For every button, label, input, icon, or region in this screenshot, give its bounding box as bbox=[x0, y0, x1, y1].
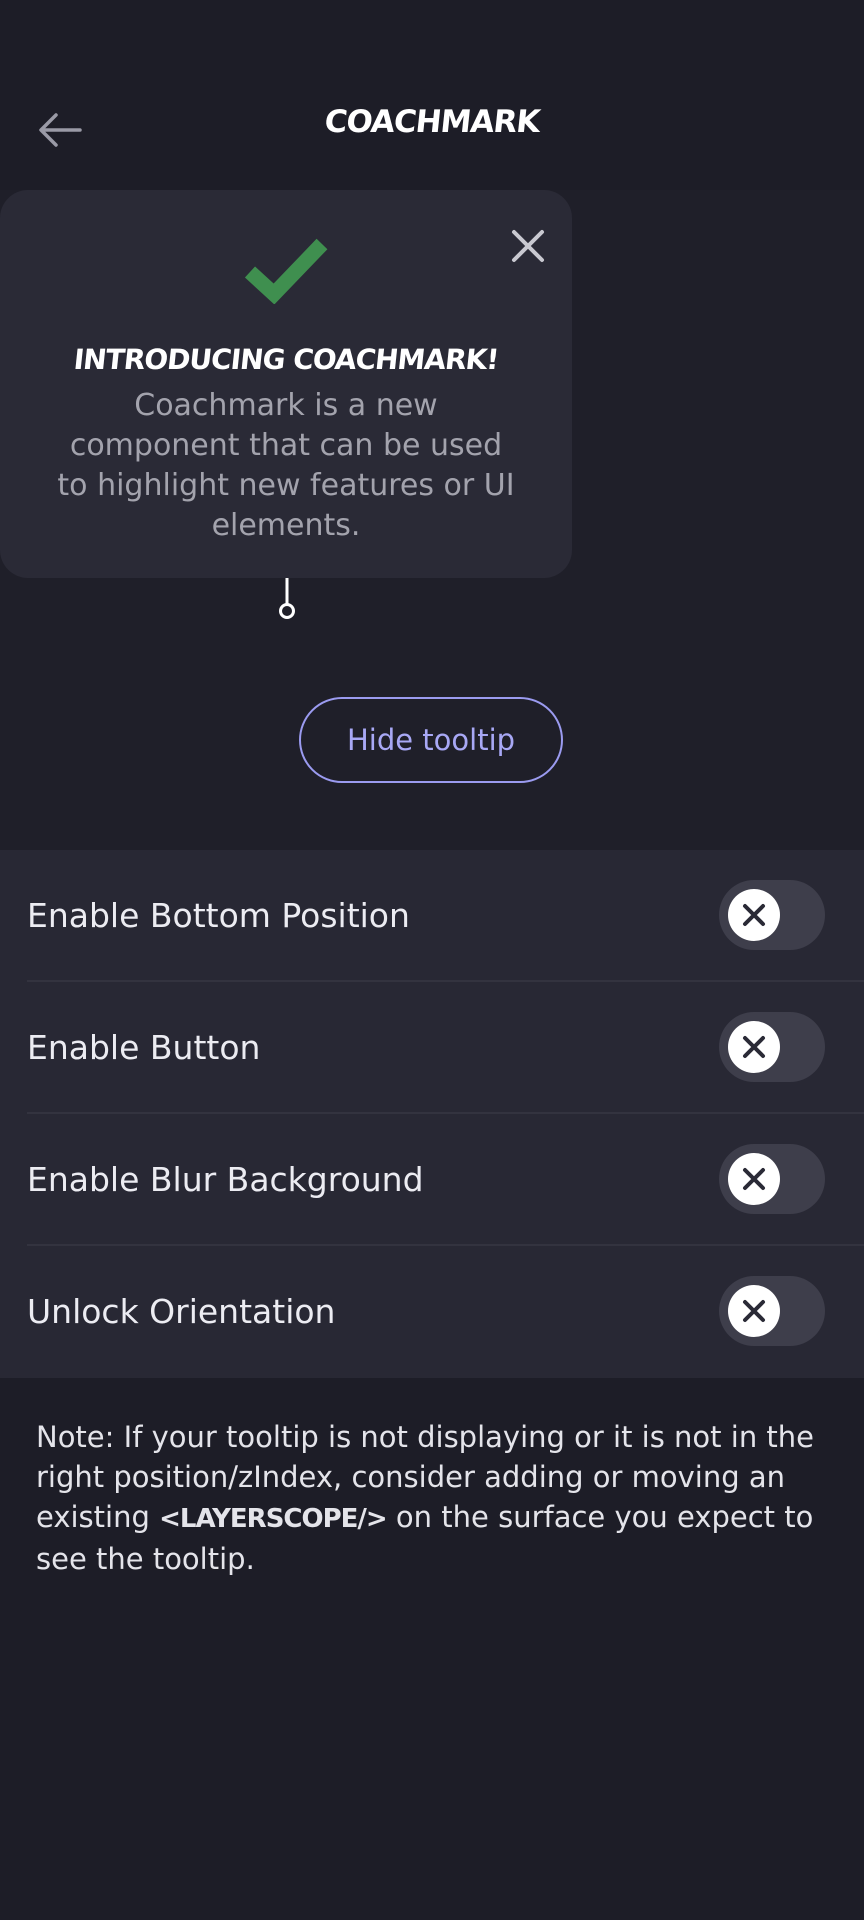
close-icon bbox=[743, 904, 765, 926]
setting-label: Enable Button bbox=[27, 1028, 261, 1067]
setting-label: Unlock Orientation bbox=[27, 1292, 336, 1331]
close-icon bbox=[743, 1300, 765, 1322]
toggle-knob bbox=[728, 1285, 780, 1337]
close-icon bbox=[743, 1168, 765, 1190]
note-code: <LAYERSCOPE/> bbox=[159, 1504, 388, 1534]
toggle-bottom-position[interactable] bbox=[719, 880, 825, 950]
close-icon bbox=[743, 1036, 765, 1058]
tooltip-pointer bbox=[279, 578, 295, 619]
toggle-knob bbox=[728, 1021, 780, 1073]
settings-list: Enable Bottom Position Enable Button Ena… bbox=[0, 850, 864, 1378]
setting-row-unlock-orientation: Unlock Orientation bbox=[0, 1246, 864, 1378]
toggle-blur-background[interactable] bbox=[719, 1144, 825, 1214]
app-bar: COACHMARK bbox=[0, 0, 864, 190]
close-icon[interactable] bbox=[506, 224, 550, 268]
setting-label: Enable Blur Background bbox=[27, 1160, 424, 1199]
page-title: COACHMARK bbox=[322, 104, 542, 140]
hide-tooltip-button[interactable]: Hide tooltip bbox=[299, 697, 563, 783]
check-icon bbox=[244, 238, 328, 304]
toggle-knob bbox=[728, 1153, 780, 1205]
tooltip-title: INTRODUCING COACHMARK! bbox=[72, 343, 500, 376]
toggle-knob bbox=[728, 889, 780, 941]
setting-row-blur-background: Enable Blur Background bbox=[0, 1114, 864, 1246]
tooltip-body: Coachmark is a new component that can be… bbox=[57, 388, 515, 543]
note-text: Note: If your tooltip is not displaying … bbox=[36, 1417, 836, 1579]
toggle-button[interactable] bbox=[719, 1012, 825, 1082]
setting-row-button: Enable Button bbox=[0, 982, 864, 1114]
setting-label: Enable Bottom Position bbox=[27, 896, 410, 935]
toggle-unlock-orientation[interactable] bbox=[719, 1276, 825, 1346]
setting-row-bottom-position: Enable Bottom Position bbox=[0, 850, 864, 982]
